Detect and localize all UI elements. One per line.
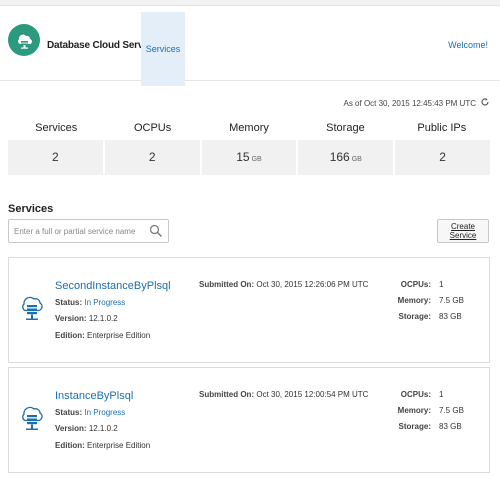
status-label: Status:: [55, 298, 83, 307]
summary-label-services: Services: [35, 122, 78, 134]
summary-value-public-ips-number: 2: [439, 150, 446, 164]
ocpus-value: 1: [439, 280, 444, 289]
summary-value-memory: 15 GB: [201, 140, 297, 175]
service-name-link[interactable]: InstanceByPlsql: [55, 390, 133, 402]
service-submitted: Submitted On: Oct 30, 2015 12:00:54 PM U…: [199, 390, 368, 399]
ocpus-value: 1: [439, 390, 444, 399]
summary-label-ocpus: OCPUs: [133, 122, 172, 134]
status-value: In Progress: [84, 298, 126, 307]
search-icon[interactable]: [149, 224, 163, 240]
cloud-database-icon: [19, 292, 45, 324]
version-value: 12.1.0.2: [88, 314, 118, 323]
summary-value-memory-number: 15: [236, 150, 250, 164]
status-value: In Progress: [84, 408, 126, 417]
header: Database Cloud Service Services Welcome!: [0, 6, 500, 86]
service-version: Version: 12.1.0.2: [55, 314, 118, 323]
create-service-button[interactable]: Create Service: [437, 219, 489, 243]
summary-panel: Services OCPUs Memory Storage Public IPs…: [8, 122, 490, 175]
summary-headers: Services OCPUs Memory Storage Public IPs: [8, 122, 490, 140]
service-list: SecondInstanceByPlsql Status: In Progres…: [8, 257, 490, 473]
version-label: Version:: [55, 314, 87, 323]
service-storage: Storage: 83 GB: [371, 422, 462, 431]
ocpus-label: OCPUs:: [400, 280, 431, 289]
service-memory: Memory: 7.5 GB: [371, 406, 464, 415]
summary-label-memory: Memory: [229, 122, 269, 134]
summary-value-services: 2: [8, 140, 103, 175]
summary-label-storage: Storage: [326, 122, 365, 134]
summary-value-services-number: 2: [52, 150, 59, 164]
version-label: Version:: [55, 424, 87, 433]
service-status: Status: In Progress: [55, 298, 125, 307]
edition-label: Edition:: [55, 331, 85, 340]
storage-value: 83 GB: [439, 422, 462, 431]
summary-value-public-ips: 2: [395, 140, 490, 175]
last-refreshed: As of Oct 30, 2015 12:45:43 PM UTC: [343, 97, 490, 109]
service-name-link[interactable]: SecondInstanceByPlsql: [55, 280, 171, 292]
summary-value-ocpus-number: 2: [148, 150, 156, 164]
service-card: InstanceByPlsql Status: In Progress Vers…: [8, 367, 490, 473]
service-ocpus: OCPUs: 1: [371, 280, 444, 289]
summary-values: 2 2 15 GB 166 GB 2: [8, 140, 490, 175]
status-label: Status:: [55, 408, 83, 417]
storage-label: Storage:: [398, 422, 431, 431]
edition-label: Edition:: [55, 441, 85, 450]
refresh-icon[interactable]: [480, 97, 490, 109]
summary-unit-memory: GB: [251, 156, 262, 163]
memory-label: Memory:: [397, 296, 431, 305]
edition-value: Enterprise Edition: [87, 331, 151, 340]
summary-unit-storage: GB: [351, 156, 362, 163]
memory-value: 7.5 GB: [439, 296, 464, 305]
ocpus-label: OCPUs:: [400, 390, 431, 399]
service-ocpus: OCPUs: 1: [371, 390, 444, 399]
last-refreshed-text: As of Oct 30, 2015 12:45:43 PM UTC: [343, 98, 476, 108]
submitted-value: Oct 30, 2015 12:26:06 PM UTC: [256, 280, 369, 289]
memory-value: 7.5 GB: [439, 406, 464, 415]
submitted-value: Oct 30, 2015 12:00:54 PM UTC: [256, 390, 369, 399]
service-edition: Edition: Enterprise Edition: [55, 441, 150, 450]
submitted-label: Submitted On:: [199, 390, 255, 399]
search-input[interactable]: [9, 220, 145, 242]
services-section-title: Services: [8, 203, 54, 215]
summary-value-storage-number: 166: [329, 150, 350, 164]
storage-label: Storage:: [398, 312, 431, 321]
service-version: Version: 12.1.0.2: [55, 424, 118, 433]
summary-label-public-ips: Public IPs: [417, 122, 467, 134]
submitted-label: Submitted On:: [199, 280, 255, 289]
memory-label: Memory:: [397, 406, 431, 415]
welcome-menu[interactable]: Welcome!: [448, 40, 488, 50]
tab-services[interactable]: Services: [141, 12, 185, 86]
service-memory: Memory: 7.5 GB: [371, 296, 464, 305]
service-status: Status: In Progress: [55, 408, 125, 417]
version-value: 12.1.0.2: [88, 424, 118, 433]
cloud-database-icon: [19, 402, 45, 434]
service-card: SecondInstanceByPlsql Status: In Progres…: [8, 257, 490, 363]
service-submitted: Submitted On: Oct 30, 2015 12:26:06 PM U…: [199, 280, 368, 289]
cloud-database-icon: [8, 24, 40, 56]
summary-value-ocpus: 2: [104, 140, 200, 175]
storage-value: 83 GB: [439, 312, 462, 321]
search-box: [8, 219, 169, 243]
service-edition: Edition: Enterprise Edition: [55, 331, 150, 340]
service-storage: Storage: 83 GB: [371, 312, 462, 321]
summary-value-storage: 166 GB: [298, 140, 394, 175]
edition-value: Enterprise Edition: [87, 441, 151, 450]
